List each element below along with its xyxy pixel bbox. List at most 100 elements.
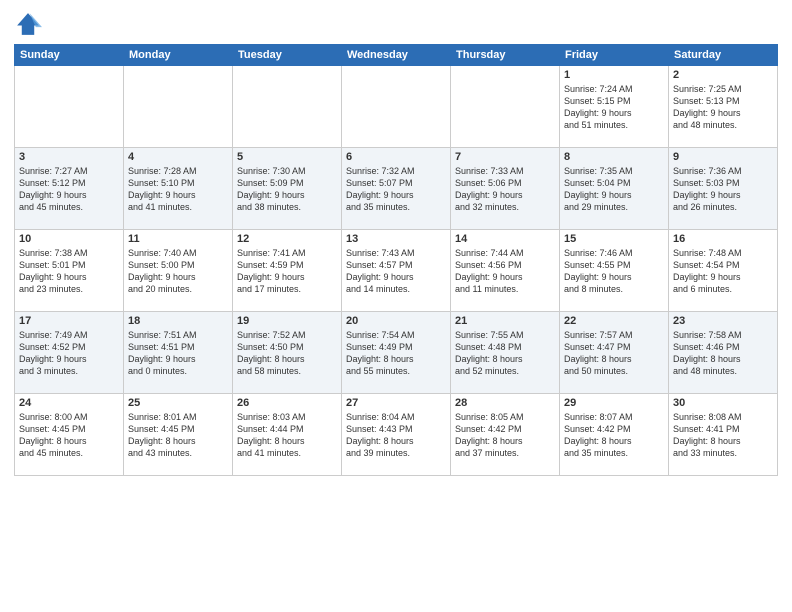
calendar-cell: 26Sunrise: 8:03 AM Sunset: 4:44 PM Dayli… <box>233 394 342 476</box>
day-number: 26 <box>237 397 337 409</box>
calendar-week-row: 17 Sunrise: 7:49 AM Sunset: 4:52 PM Dayli… <box>15 312 778 394</box>
calendar-cell: 17 Sunrise: 7:49 AM Sunset: 4:52 PM Dayli… <box>15 312 124 394</box>
day-info: Sunrise: 7:38 AM Sunset: 5:01 PM Dayligh… <box>19 247 119 296</box>
day-info: Sunrise: 7:43 AM Sunset: 4:57 PM Dayligh… <box>346 247 446 296</box>
weekday-header: Wednesday <box>342 45 451 66</box>
day-info: Sunrise: 7:52 AM Sunset: 4:50 PM Dayligh… <box>237 329 337 378</box>
day-number: 22 <box>564 315 664 327</box>
weekday-header: Friday <box>560 45 669 66</box>
calendar-cell <box>342 66 451 148</box>
day-number: 25 <box>128 397 228 409</box>
calendar-cell: 14 Sunrise: 7:44 AM Sunset: 4:56 PM Dayli… <box>451 230 560 312</box>
day-number: 4 <box>128 151 228 163</box>
calendar-cell: 5 Sunrise: 7:30 AM Sunset: 5:09 PM Daylig… <box>233 148 342 230</box>
calendar-cell: 22 Sunrise: 7:57 AM Sunset: 4:47 PM Dayli… <box>560 312 669 394</box>
calendar-cell: 19 Sunrise: 7:52 AM Sunset: 4:50 PM Dayli… <box>233 312 342 394</box>
calendar-cell: 30 Sunrise: 8:08 AM Sunset: 4:41 PM Dayli… <box>669 394 778 476</box>
day-number: 23 <box>673 315 773 327</box>
day-info: Sunrise: 7:40 AM Sunset: 5:00 PM Dayligh… <box>128 247 228 296</box>
calendar-cell <box>451 66 560 148</box>
day-number: 18 <box>128 315 228 327</box>
calendar-week-row: 1Sunrise: 7:24 AM Sunset: 5:15 PM Daylig… <box>15 66 778 148</box>
day-info: Sunrise: 7:58 AM Sunset: 4:46 PM Dayligh… <box>673 329 773 378</box>
calendar-cell <box>233 66 342 148</box>
calendar-week-row: 24 Sunrise: 8:00 AM Sunset: 4:45 PM Dayli… <box>15 394 778 476</box>
calendar-cell: 9 Sunrise: 7:36 AM Sunset: 5:03 PM Daylig… <box>669 148 778 230</box>
day-number: 7 <box>455 151 555 163</box>
day-number: 21 <box>455 315 555 327</box>
day-number: 17 <box>19 315 119 327</box>
day-info: Sunrise: 8:04 AM Sunset: 4:43 PM Dayligh… <box>346 411 446 460</box>
day-number: 13 <box>346 233 446 245</box>
calendar-cell: 11 Sunrise: 7:40 AM Sunset: 5:00 PM Dayli… <box>124 230 233 312</box>
day-info: Sunrise: 8:07 AM Sunset: 4:42 PM Dayligh… <box>564 411 664 460</box>
calendar-cell: 15 Sunrise: 7:46 AM Sunset: 4:55 PM Dayli… <box>560 230 669 312</box>
day-info: Sunrise: 7:28 AM Sunset: 5:10 PM Dayligh… <box>128 165 228 214</box>
weekday-header: Saturday <box>669 45 778 66</box>
calendar-header-row: SundayMondayTuesdayWednesdayThursdayFrid… <box>15 45 778 66</box>
day-info: Sunrise: 7:46 AM Sunset: 4:55 PM Dayligh… <box>564 247 664 296</box>
day-number: 8 <box>564 151 664 163</box>
day-number: 15 <box>564 233 664 245</box>
logo <box>14 10 46 38</box>
calendar-cell <box>15 66 124 148</box>
day-info: Sunrise: 7:36 AM Sunset: 5:03 PM Dayligh… <box>673 165 773 214</box>
day-info: Sunrise: 7:55 AM Sunset: 4:48 PM Dayligh… <box>455 329 555 378</box>
day-number: 19 <box>237 315 337 327</box>
calendar-cell: 27 Sunrise: 8:04 AM Sunset: 4:43 PM Dayli… <box>342 394 451 476</box>
day-number: 12 <box>237 233 337 245</box>
calendar-cell: 16 Sunrise: 7:48 AM Sunset: 4:54 PM Dayli… <box>669 230 778 312</box>
day-number: 16 <box>673 233 773 245</box>
day-info: Sunrise: 8:00 AM Sunset: 4:45 PM Dayligh… <box>19 411 119 460</box>
calendar-cell: 21 Sunrise: 7:55 AM Sunset: 4:48 PM Dayli… <box>451 312 560 394</box>
day-info: Sunrise: 7:32 AM Sunset: 5:07 PM Dayligh… <box>346 165 446 214</box>
day-info: Sunrise: 7:54 AM Sunset: 4:49 PM Dayligh… <box>346 329 446 378</box>
weekday-header: Thursday <box>451 45 560 66</box>
day-number: 5 <box>237 151 337 163</box>
day-number: 29 <box>564 397 664 409</box>
calendar-cell: 25Sunrise: 8:01 AM Sunset: 4:45 PM Dayli… <box>124 394 233 476</box>
calendar-cell: 12 Sunrise: 7:41 AM Sunset: 4:59 PM Dayli… <box>233 230 342 312</box>
day-info: Sunrise: 7:25 AM Sunset: 5:13 PM Dayligh… <box>673 83 773 132</box>
day-info: Sunrise: 7:48 AM Sunset: 4:54 PM Dayligh… <box>673 247 773 296</box>
header <box>14 10 778 38</box>
calendar-cell: 10 Sunrise: 7:38 AM Sunset: 5:01 PM Dayli… <box>15 230 124 312</box>
weekday-header: Sunday <box>15 45 124 66</box>
day-number: 28 <box>455 397 555 409</box>
day-number: 1 <box>564 69 664 81</box>
calendar-cell: 2Sunrise: 7:25 AM Sunset: 5:13 PM Daylig… <box>669 66 778 148</box>
day-number: 11 <box>128 233 228 245</box>
day-info: Sunrise: 7:41 AM Sunset: 4:59 PM Dayligh… <box>237 247 337 296</box>
day-number: 6 <box>346 151 446 163</box>
day-number: 14 <box>455 233 555 245</box>
calendar-cell <box>124 66 233 148</box>
day-info: Sunrise: 8:05 AM Sunset: 4:42 PM Dayligh… <box>455 411 555 460</box>
weekday-header: Monday <box>124 45 233 66</box>
day-info: Sunrise: 7:51 AM Sunset: 4:51 PM Dayligh… <box>128 329 228 378</box>
day-info: Sunrise: 7:49 AM Sunset: 4:52 PM Dayligh… <box>19 329 119 378</box>
day-number: 9 <box>673 151 773 163</box>
day-info: Sunrise: 7:44 AM Sunset: 4:56 PM Dayligh… <box>455 247 555 296</box>
calendar-cell: 1Sunrise: 7:24 AM Sunset: 5:15 PM Daylig… <box>560 66 669 148</box>
calendar-week-row: 10 Sunrise: 7:38 AM Sunset: 5:01 PM Dayli… <box>15 230 778 312</box>
calendar-cell: 18 Sunrise: 7:51 AM Sunset: 4:51 PM Dayli… <box>124 312 233 394</box>
day-number: 27 <box>346 397 446 409</box>
calendar-cell: 4 Sunrise: 7:28 AM Sunset: 5:10 PM Daylig… <box>124 148 233 230</box>
calendar-cell: 24 Sunrise: 8:00 AM Sunset: 4:45 PM Dayli… <box>15 394 124 476</box>
day-number: 10 <box>19 233 119 245</box>
day-info: Sunrise: 7:27 AM Sunset: 5:12 PM Dayligh… <box>19 165 119 214</box>
calendar-cell: 20Sunrise: 7:54 AM Sunset: 4:49 PM Dayli… <box>342 312 451 394</box>
calendar-cell: 3Sunrise: 7:27 AM Sunset: 5:12 PM Daylig… <box>15 148 124 230</box>
day-info: Sunrise: 7:57 AM Sunset: 4:47 PM Dayligh… <box>564 329 664 378</box>
day-number: 30 <box>673 397 773 409</box>
calendar: SundayMondayTuesdayWednesdayThursdayFrid… <box>14 44 778 476</box>
page: SundayMondayTuesdayWednesdayThursdayFrid… <box>0 0 792 612</box>
day-number: 24 <box>19 397 119 409</box>
calendar-cell: 6 Sunrise: 7:32 AM Sunset: 5:07 PM Daylig… <box>342 148 451 230</box>
calendar-cell: 28 Sunrise: 8:05 AM Sunset: 4:42 PM Dayli… <box>451 394 560 476</box>
calendar-cell: 7Sunrise: 7:33 AM Sunset: 5:06 PM Daylig… <box>451 148 560 230</box>
day-info: Sunrise: 7:30 AM Sunset: 5:09 PM Dayligh… <box>237 165 337 214</box>
calendar-cell: 23 Sunrise: 7:58 AM Sunset: 4:46 PM Dayli… <box>669 312 778 394</box>
day-info: Sunrise: 8:08 AM Sunset: 4:41 PM Dayligh… <box>673 411 773 460</box>
calendar-cell: 8Sunrise: 7:35 AM Sunset: 5:04 PM Daylig… <box>560 148 669 230</box>
